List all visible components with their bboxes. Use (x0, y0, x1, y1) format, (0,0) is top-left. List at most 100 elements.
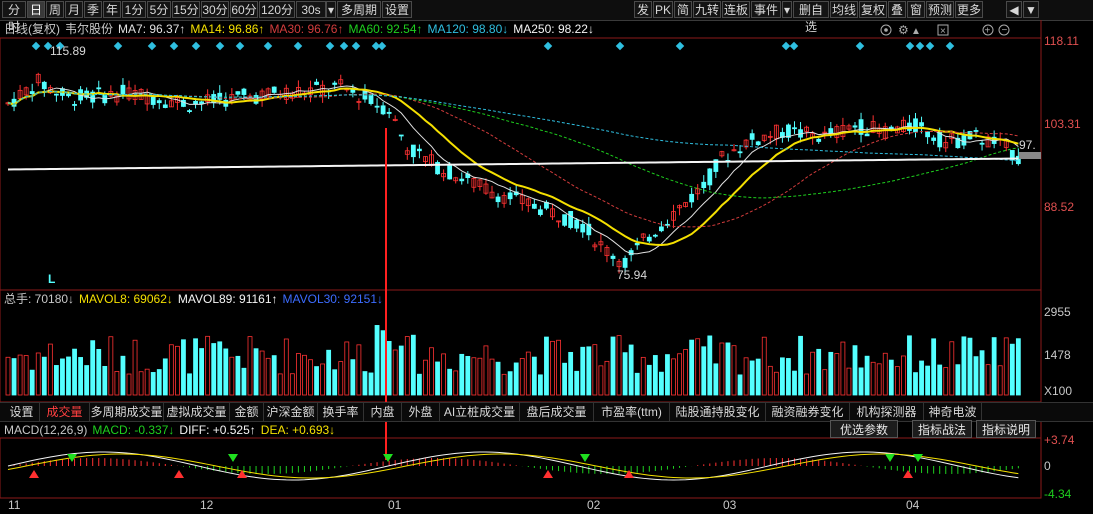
candle-body (241, 88, 247, 95)
volume-bar (767, 365, 773, 396)
candle-body (622, 257, 628, 268)
candle-body (187, 110, 192, 112)
volume-bar (786, 358, 791, 396)
volume-bar (23, 355, 29, 396)
volume-bar (780, 357, 785, 396)
signal-diamond (169, 41, 179, 51)
volume-bar (773, 371, 779, 396)
candle-body (235, 91, 241, 95)
signal-diamond (615, 41, 625, 51)
volume-bar (229, 356, 235, 396)
buy-arrow-icon (903, 470, 913, 478)
volume-bar (211, 343, 217, 396)
volume-bar (562, 362, 567, 396)
volume-bar (822, 369, 828, 396)
volume-bar (725, 342, 731, 396)
volume-bar (652, 355, 658, 396)
volume-bar (531, 356, 537, 396)
volume-bar (404, 336, 410, 396)
x-label-nov: 11 (8, 498, 21, 512)
volume-bar (174, 345, 180, 396)
indicator-help-button[interactable]: 指标说明 (976, 420, 1036, 438)
volume-bar (737, 374, 743, 396)
volume-bar (538, 374, 543, 396)
volume-bar (901, 355, 906, 396)
volume-bar (646, 364, 652, 396)
volume-bar (1015, 338, 1021, 396)
volume-bar (761, 336, 767, 396)
volume-bar (374, 325, 380, 396)
volume-bar (429, 347, 434, 396)
indicator-tab-3[interactable]: 虚拟成交量 (164, 403, 230, 421)
indicator-tab-5[interactable]: 沪深金额 (264, 403, 318, 421)
indicator-tab-13[interactable]: 融资融券变化 (766, 403, 850, 421)
volume-bar (187, 373, 192, 396)
indicator-tab-9[interactable]: AI立桩成交量 (440, 403, 520, 421)
sell-arrow-icon (228, 454, 238, 462)
candle-body (562, 214, 567, 226)
volume-bar (314, 366, 319, 396)
volume-bar (907, 335, 912, 396)
volume-bar (973, 356, 979, 396)
signal-diamond (293, 41, 303, 51)
signal-diamond (31, 41, 41, 51)
macd-axis-zero: 0 (1044, 459, 1051, 473)
candle-body (193, 100, 198, 105)
indicator-tab-8[interactable]: 外盘 (402, 403, 440, 421)
indicator-tab-2[interactable]: 多周期成交量 (90, 403, 164, 421)
indicator-strategy-button[interactable]: 指标战法 (912, 420, 972, 438)
price-axis-mid: 103.31 (1044, 117, 1081, 131)
volume-bar (11, 358, 17, 396)
x-label-dec: 12 (200, 498, 214, 512)
indicator-tab-15[interactable]: 神奇电波 (924, 403, 982, 421)
volume-bar (138, 371, 144, 396)
volume-bar (580, 346, 586, 396)
volume-bar (840, 341, 846, 396)
candle-body (707, 168, 713, 186)
candle-body (66, 93, 71, 97)
volume-bar (610, 336, 616, 396)
volume-bar (144, 368, 150, 396)
volume-bar (925, 365, 930, 396)
indicator-tab-6[interactable]: 换手率 (318, 403, 364, 421)
last-price-mark: 97. (1019, 138, 1036, 152)
volume-bar (350, 359, 356, 396)
signal-diamond (905, 41, 915, 51)
volume-bar (465, 356, 471, 396)
candle-body (495, 196, 501, 203)
volume-bar (882, 352, 888, 396)
optimize-params-button[interactable]: 优选参数 (830, 420, 898, 438)
volume-bar (1003, 337, 1009, 396)
volume-bar (913, 372, 918, 396)
candle-body (925, 131, 930, 138)
indicator-tab-10[interactable]: 盘后成交量 (520, 403, 594, 421)
volume-bar (828, 351, 834, 396)
candle-body (72, 104, 77, 106)
indicator-tab-14[interactable]: 机构探测器 (850, 403, 924, 421)
volume-bar (489, 358, 495, 396)
indicator-tab-0[interactable]: 设置 (4, 403, 40, 421)
candle-body (568, 210, 574, 228)
indicator-tab-4[interactable]: 金额 (230, 403, 264, 421)
volume-bar (162, 358, 168, 396)
volume-bar (78, 357, 83, 396)
volume-bar (568, 351, 574, 396)
volume-bar (308, 359, 313, 396)
candle-body (755, 141, 761, 146)
indicator-tab-12[interactable]: 陆股通持股变化 (670, 403, 766, 421)
volume-bar (332, 369, 338, 396)
volume-bar (453, 370, 459, 396)
indicator-tab-7[interactable]: 内盘 (364, 403, 402, 421)
candle-body (314, 81, 319, 85)
volume-bar (5, 356, 11, 396)
volume-bar (525, 351, 531, 396)
candle-body (538, 209, 543, 215)
ma14-line (7, 87, 1019, 246)
signal-diamond (113, 41, 123, 51)
volume-bar (35, 352, 41, 396)
volume-bar (247, 336, 253, 396)
indicator-tab-1[interactable]: 成交量 (40, 403, 90, 421)
indicator-tab-11[interactable]: 市盈率(ttm) (594, 403, 670, 421)
volume-bar (689, 339, 695, 396)
candle-body (459, 178, 465, 182)
